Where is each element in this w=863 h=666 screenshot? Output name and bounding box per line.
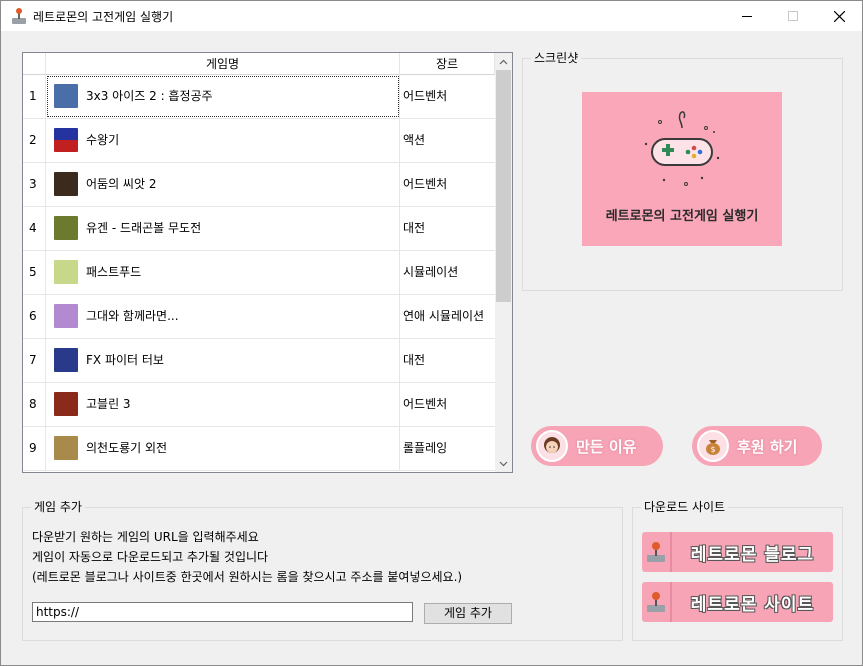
table-row[interactable]: 9 의천도룡기 외전 롤플레잉 [23,427,495,471]
screenshot-image: 레트로몬의 고전게임 실행기 [582,92,782,246]
scroll-down-arrow-icon[interactable] [495,455,512,472]
game-name: 그대와 함께라면... [86,309,179,323]
why-made-button[interactable]: 만든 이유 [531,426,663,466]
game-genre: 시뮬레이션 [403,265,459,279]
game-genre: 롤플레잉 [403,441,448,455]
row-name-cell[interactable]: 고블린 3 [46,383,400,426]
game-genre: 액션 [403,133,426,147]
row-name-cell[interactable]: 그대와 함께라면... [46,295,400,338]
row-name-cell[interactable]: FX 파이터 터보 [46,339,400,382]
table-header: 게임명 장르 [23,53,495,75]
scroll-up-arrow-icon[interactable] [495,53,512,70]
window-title: 레트로몬의 고전게임 실행기 [33,10,174,24]
table-row[interactable]: 3 어둠의 씨앗 2 어드벤처 [23,163,495,207]
add-game-button[interactable]: 게임 추가 [424,603,512,624]
game-genre: 연애 시뮬레이션 [403,309,485,323]
column-header-genre[interactable]: 장르 [400,53,495,75]
game-genre: 어드벤처 [403,177,448,191]
game-genre: 대전 [403,221,426,235]
donate-label: 후원 하기 [737,437,798,456]
girl-avatar-icon [536,430,568,462]
game-thumbnail-icon [54,172,78,196]
row-number: 2 [23,119,46,162]
retromon-site-button[interactable]: 레트로몬 사이트 [642,582,833,622]
game-thumbnail-icon [54,260,78,284]
game-thumbnail-icon [54,304,78,328]
game-thumbnail-icon [54,128,78,152]
retromon-blog-button[interactable]: 레트로몬 블로그 [642,532,833,572]
joystick-app-icon [10,7,28,25]
row-number: 9 [23,427,46,470]
game-thumbnail-icon [54,348,78,372]
table-row[interactable]: 4 유겐 - 드래곤볼 무도전 대전 [23,207,495,251]
svg-text:$: $ [710,445,715,454]
row-name-cell[interactable]: 어둠의 씨앗 2 [46,163,400,206]
joystick-icon [642,532,672,572]
game-thumbnail-icon [54,392,78,416]
minimize-button[interactable] [724,1,770,31]
screenshot-caption: 레트로몬의 고전게임 실행기 [605,209,759,224]
game-list-table[interactable]: 게임명 장르 1 3x3 아이즈 2 : 흡정공주 어드벤처 2 수왕기 액션 [22,52,513,473]
game-name: FX 파이터 터보 [86,353,164,367]
row-name-cell[interactable]: 의천도룡기 외전 [46,427,400,470]
retromon-site-label: 레트로몬 사이트 [690,594,815,615]
url-input[interactable]: https:// [32,602,413,622]
close-button[interactable] [816,1,862,31]
row-number: 4 [23,207,46,250]
game-thumbnail-icon [54,84,78,108]
column-header-name[interactable]: 게임명 [46,53,400,75]
screenshot-group-title: 스크린샷 [531,51,582,65]
game-name: 수왕기 [86,133,120,147]
donate-button[interactable]: $ 후원 하기 [692,426,822,466]
game-genre: 어드벤처 [403,397,448,411]
add-game-instruction-3: (레트로몬 블로그나 사이트중 한곳에서 원하시는 롬을 찾으시고 주소를 붙여… [32,570,463,584]
gamepad-icon [644,111,720,186]
why-made-label: 만든 이유 [576,437,637,456]
add-game-group-title: 게임 추가 [31,500,85,514]
row-number: 7 [23,339,46,382]
table-scrollbar[interactable] [495,53,512,472]
table-row[interactable]: 7 FX 파이터 터보 대전 [23,339,495,383]
game-name: 유겐 - 드래곤볼 무도전 [86,221,202,235]
table-row[interactable]: 6 그대와 함께라면... 연애 시뮬레이션 [23,295,495,339]
table-row[interactable]: 1 3x3 아이즈 2 : 흡정공주 어드벤처 [23,75,495,119]
game-thumbnail-icon [54,436,78,460]
row-number: 6 [23,295,46,338]
row-name-cell[interactable]: 3x3 아이즈 2 : 흡정공주 [46,75,400,118]
game-name: 어둠의 씨앗 2 [86,177,157,191]
row-number: 3 [23,163,46,206]
app-window: 레트로몬의 고전게임 실행기 게임명 장르 1 3x3 아이즈 2 : 흡정공주… [0,0,863,666]
row-number: 1 [23,75,46,118]
title-bar[interactable]: 레트로몬의 고전게임 실행기 [1,1,862,31]
row-name-cell[interactable]: 수왕기 [46,119,400,162]
maximize-button[interactable] [770,1,816,31]
add-game-instruction-1: 다운받기 원하는 게임의 URL을 입력해주세요 [32,530,259,544]
scroll-thumb[interactable] [496,70,511,302]
row-number: 5 [23,251,46,294]
game-name: 3x3 아이즈 2 : 흡정공주 [86,89,213,103]
retromon-blog-label: 레트로몬 블로그 [690,544,815,565]
game-genre: 어드벤처 [403,89,448,103]
row-name-cell[interactable]: 유겐 - 드래곤볼 무도전 [46,207,400,250]
column-header-number[interactable] [23,53,46,75]
download-sites-group-title: 다운로드 사이트 [641,500,729,514]
table-row[interactable]: 2 수왕기 액션 [23,119,495,163]
game-genre: 대전 [403,353,426,367]
row-name-cell[interactable]: 패스트푸드 [46,251,400,294]
joystick-icon [642,582,672,622]
add-game-instruction-2: 게임이 자동으로 다운로드되고 추가될 것입니다 [32,550,269,564]
game-name: 패스트푸드 [86,265,142,279]
game-thumbnail-icon [54,216,78,240]
row-number: 8 [23,383,46,426]
game-name: 고블린 3 [86,397,131,411]
money-bag-icon: $ [697,430,729,462]
table-row[interactable]: 5 패스트푸드 시뮬레이션 [23,251,495,295]
game-name: 의천도룡기 외전 [86,441,168,455]
table-row[interactable]: 8 고블린 3 어드벤처 [23,383,495,427]
